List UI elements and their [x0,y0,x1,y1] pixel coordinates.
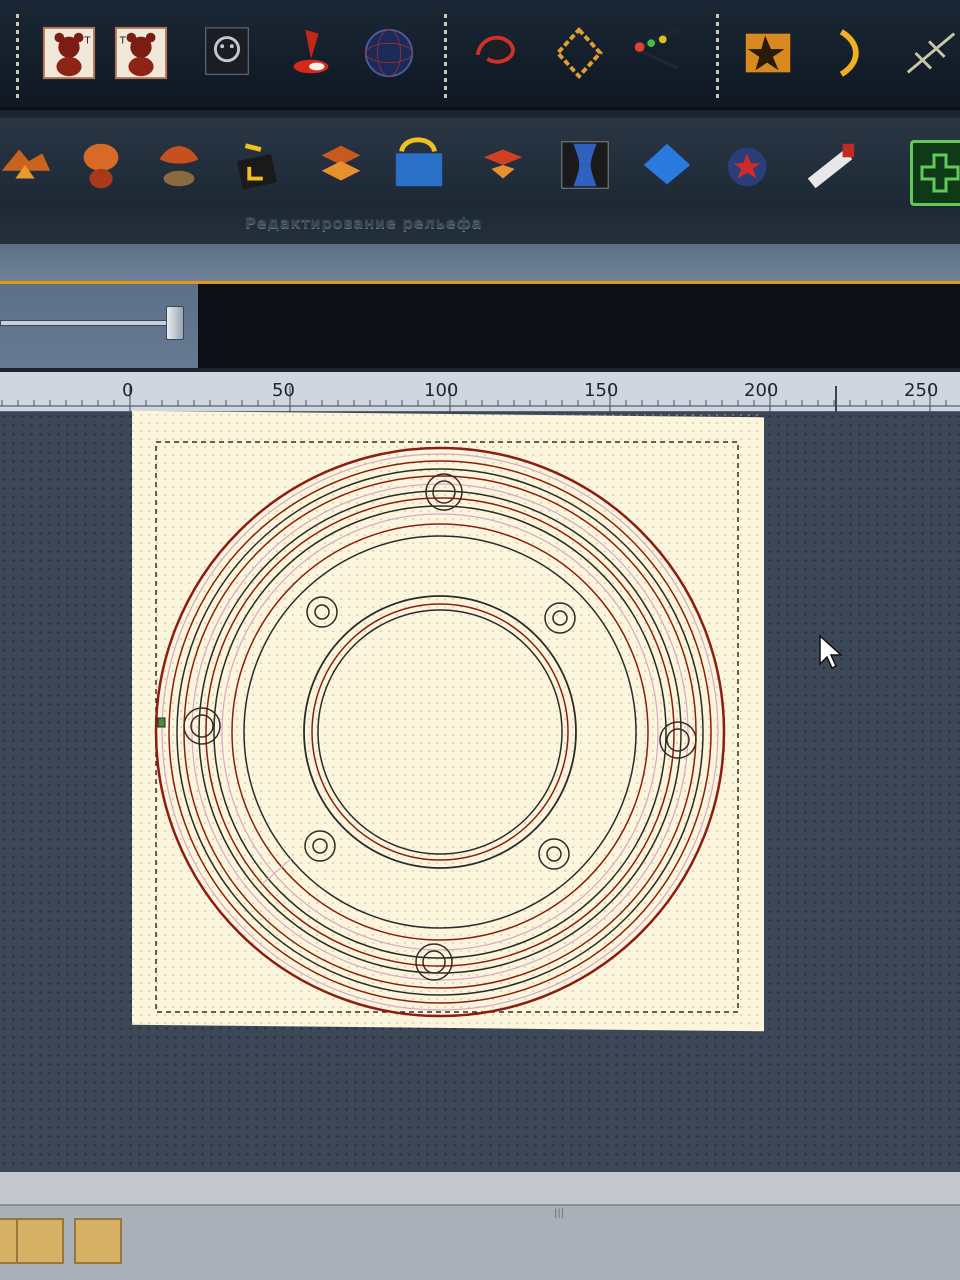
top-toolbar: T T [0,0,960,110]
relief-bend-icon[interactable] [388,132,450,194]
toolbar-separator [716,14,719,100]
panel-resize-handle[interactable]: ||| [554,1208,564,1219]
node-link-icon[interactable] [466,18,528,80]
orange-star-box-icon[interactable] [738,22,800,84]
red-stamp-icon[interactable] [280,22,342,84]
arc-bracket-icon[interactable] [820,22,882,84]
bear-relief-text-icon[interactable]: T [38,22,100,84]
relief-saw-icon[interactable] [800,134,862,196]
ruler-label: 150 [584,380,618,401]
tool-palette-bar [0,1204,960,1280]
bear-relief-icon[interactable]: T [110,22,172,84]
panel-strip [0,244,960,284]
relief-plane-icon[interactable] [636,134,698,196]
relief-warp-icon[interactable] [472,134,534,196]
color-swatch[interactable] [74,1218,122,1264]
dark-panel [198,284,960,368]
scissors-vector-icon[interactable] [626,18,688,80]
slider-track[interactable] [0,320,180,326]
smiley-mask-icon[interactable] [196,22,258,84]
vector-drawing[interactable] [132,414,764,1028]
svg-text:T: T [119,35,126,46]
color-swatch[interactable] [16,1218,64,1264]
relief-wrap-icon[interactable] [554,134,616,196]
toolbar-separator [16,14,19,100]
globe-mesh-icon[interactable] [358,22,420,84]
ruler-label: 250 [904,380,938,401]
add-plus-icon[interactable] [910,140,960,206]
ruler-label: 200 [744,380,778,401]
horizontal-ruler: 0 50 100 150 200 250 [0,372,960,412]
toolbar-separator [444,14,447,100]
start-node-marker[interactable] [157,717,166,728]
relief-stamp-icon[interactable] [718,134,780,196]
slider-thumb[interactable] [166,306,184,340]
relief-layer-icon[interactable] [310,134,372,196]
svg-text:T: T [83,35,90,46]
ruler-label: 0 [122,380,133,401]
relief-smooth-icon[interactable] [226,134,288,196]
mouse-cursor-icon [819,634,843,670]
diamond-vector-icon[interactable] [548,22,610,84]
relief-peak-icon[interactable] [0,134,56,196]
ruler-label: 100 [424,380,458,401]
relief-dome-icon[interactable] [70,134,132,196]
relief-editing-group-label: Редактирование рельефа [245,214,483,232]
relief-sculpt-icon[interactable] [148,134,210,196]
ruler-label: 50 [272,380,295,401]
spline-edit-icon[interactable] [900,22,960,84]
